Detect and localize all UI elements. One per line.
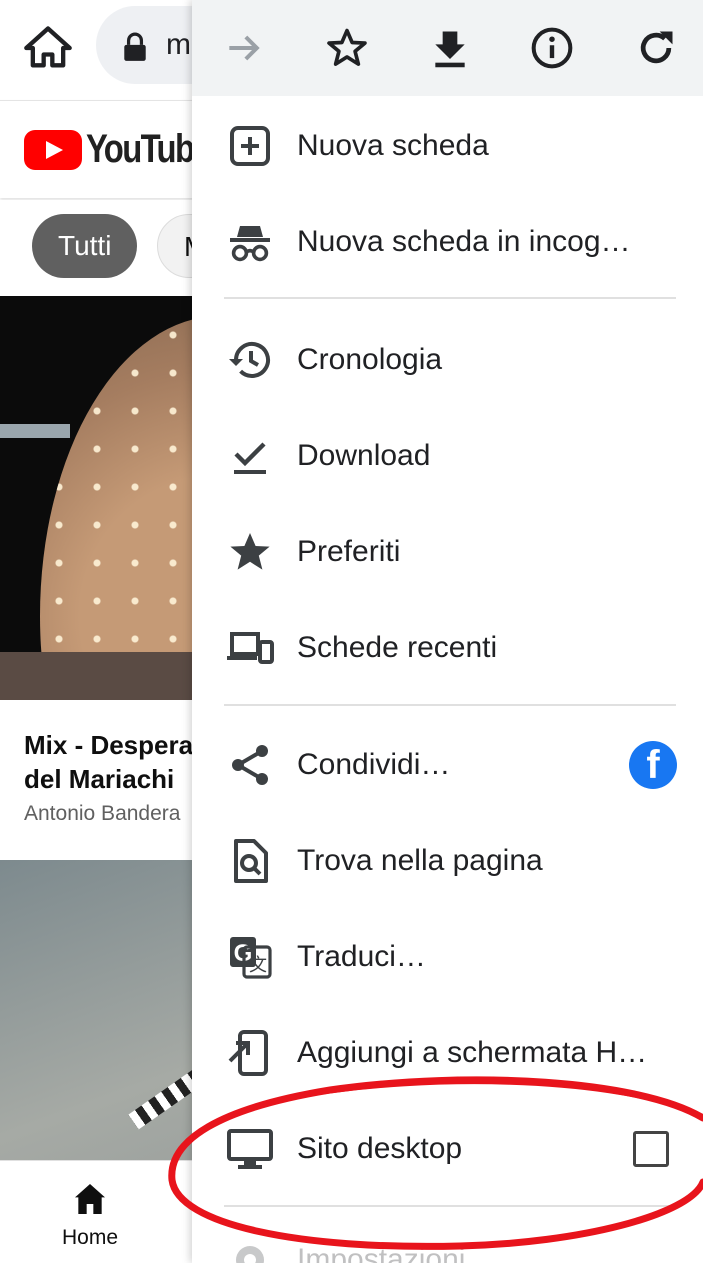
menu-item-label: Download	[297, 439, 431, 472]
menu-item-label: Cronologia	[297, 343, 443, 376]
share-icon	[232, 745, 268, 785]
menu-item-new-tab[interactable]: Nuova scheda	[192, 98, 703, 194]
menu-item-label: Traduci…	[297, 940, 426, 973]
new-tab-icon	[230, 126, 270, 166]
youtube-play-icon	[24, 129, 82, 170]
download-icon[interactable]	[428, 26, 472, 70]
recent-tabs-icon	[227, 632, 274, 664]
facebook-glyph: f	[646, 743, 660, 787]
menu-item-settings[interactable]: Impostazioni	[192, 1212, 703, 1263]
overflow-menu: Nuova scheda Nuova scheda in incog… Cron…	[192, 0, 703, 1263]
menu-item-share[interactable]: Condividi… f	[192, 717, 703, 813]
history-icon	[229, 342, 270, 378]
menu-item-translate[interactable]: G 文 Traduci…	[192, 909, 703, 1005]
bookmarks-star-icon	[230, 533, 270, 570]
menu-item-bookmarks[interactable]: Preferiti	[192, 504, 703, 600]
menu-item-label: Nuova scheda in incog…	[297, 225, 631, 258]
menu-toolbar	[192, 0, 703, 96]
menu-item-recent-tabs[interactable]: Schede recenti	[192, 600, 703, 696]
nav-home[interactable]: Home	[50, 1179, 130, 1250]
menu-item-incognito[interactable]: Nuova scheda in incog…	[192, 194, 703, 290]
menu-divider	[224, 1205, 676, 1207]
home-filled-icon	[75, 1184, 105, 1214]
menu-item-label: Condividi…	[297, 748, 451, 781]
add-to-home-icon	[228, 1030, 268, 1076]
menu-item-downloads[interactable]: Download	[192, 408, 703, 504]
menu-item-label: Aggiungi a schermata H…	[297, 1036, 648, 1069]
translate-icon: G 文	[230, 937, 272, 979]
menu-divider	[224, 704, 676, 706]
incognito-icon	[230, 226, 270, 262]
menu-item-label: Nuova scheda	[297, 129, 489, 162]
svg-text:文: 文	[249, 955, 267, 976]
lock-icon	[124, 32, 146, 61]
menu-item-desktop-site[interactable]: Sito desktop	[192, 1101, 703, 1197]
menu-item-label: Impostazioni	[297, 1243, 466, 1263]
bookmark-star-icon[interactable]	[325, 26, 369, 70]
forward-arrow-icon[interactable]	[222, 26, 266, 70]
find-in-page-icon	[234, 839, 268, 883]
menu-item-label: Schede recenti	[297, 631, 498, 664]
page-info-icon[interactable]	[530, 26, 574, 70]
address-bar-url: m	[166, 28, 191, 61]
menu-item-label: Sito desktop	[297, 1132, 463, 1165]
desktop-site-icon	[227, 1129, 273, 1169]
menu-item-label: Trova nella pagina	[297, 844, 543, 877]
home-icon[interactable]	[22, 22, 74, 74]
menu-divider	[224, 297, 676, 299]
settings-icon	[236, 1246, 264, 1263]
video-channel[interactable]: Antonio Bandera	[24, 802, 180, 826]
menu-item-add-to-home[interactable]: Aggiungi a schermata H…	[192, 1005, 703, 1101]
menu-item-history[interactable]: Cronologia	[192, 312, 703, 408]
stage-light	[0, 424, 70, 438]
menu-item-find-in-page[interactable]: Trova nella pagina	[192, 813, 703, 909]
chip-tutti[interactable]: Tutti	[32, 214, 138, 278]
desktop-site-checkbox[interactable]	[633, 1131, 669, 1167]
facebook-icon[interactable]: f	[629, 741, 677, 789]
menu-item-label: Preferiti	[297, 535, 401, 568]
reload-icon[interactable]	[634, 26, 678, 70]
nav-home-label: Home	[61, 1226, 119, 1249]
downloads-icon	[234, 442, 266, 474]
